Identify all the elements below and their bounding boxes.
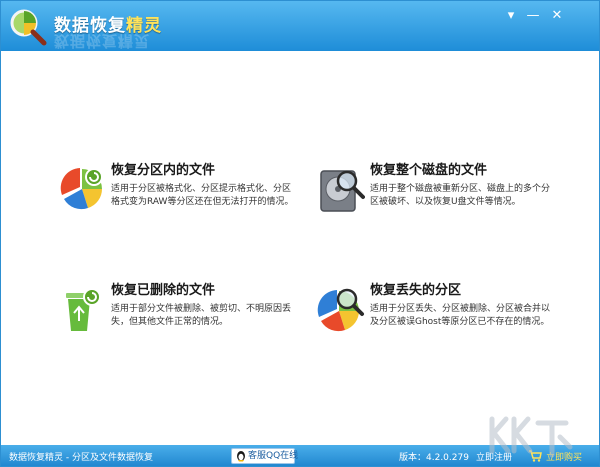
penguin-icon xyxy=(237,451,245,462)
app-info-text: 数据恢复精灵 - 分区及文件数据恢复 xyxy=(9,453,153,463)
option-recover-whole-disk[interactable]: 恢复整个磁盘的文件 适用于整个磁盘被重新分区、磁盘上的多个分区被破坏、以及恢复U… xyxy=(317,159,567,239)
app-window: 数据恢复精灵 数据恢复精灵 ▾ — ✕ 恢复分区内的文件 适用于分区被格式化、分… xyxy=(0,0,600,467)
title-bar[interactable]: 数据恢复精灵 数据恢复精灵 ▾ — ✕ xyxy=(1,1,599,51)
option-title: 恢复已删除的文件 xyxy=(111,283,216,298)
recycle-bin-icon xyxy=(66,288,101,331)
hard-disk-magnifier-icon xyxy=(320,170,365,212)
qq-support-label: 客服QQ在线 xyxy=(248,451,299,461)
main-content: 恢复分区内的文件 适用于分区被格式化、分区提示格式化、分区格式变为RAW等分区还… xyxy=(1,51,599,445)
magnifier-logo-icon xyxy=(10,9,47,46)
minimize-button[interactable]: — xyxy=(524,7,542,25)
option-recover-deleted-files[interactable]: 恢复已删除的文件 适用于部分文件被删除、被剪切、不明原因丢失，但其他文件正常的情… xyxy=(58,279,308,359)
option-recover-partition-files[interactable]: 恢复分区内的文件 适用于分区被格式化、分区提示格式化、分区格式变为RAW等分区还… xyxy=(58,159,308,239)
close-button[interactable]: ✕ xyxy=(548,7,566,25)
menu-dropdown-button[interactable]: ▾ xyxy=(502,7,520,25)
kk-download-watermark xyxy=(489,416,573,458)
qq-support-button[interactable]: 客服QQ在线 xyxy=(231,448,299,464)
app-title-reflection: 数据恢复精灵 xyxy=(54,32,151,50)
option-description: 适用于分区被格式化、分区提示格式化、分区格式变为RAW等分区还在但无法打开的情况… xyxy=(111,184,294,207)
version-label: 版本：4.2.0.279 xyxy=(399,453,469,463)
option-title: 恢复分区内的文件 xyxy=(111,163,216,178)
option-description: 适用于整个磁盘被重新分区、磁盘上的多个分区被破坏、以及恢复U盘文件等情况。 xyxy=(370,184,551,207)
pie-magnifier-icon xyxy=(317,288,364,332)
option-description: 适用于分区丢失、分区被删除、分区被合并以及分区被误Ghost等原分区已不存在的情… xyxy=(370,304,551,327)
option-title: 恢复整个磁盘的文件 xyxy=(370,163,488,178)
option-description: 适用于部分文件被删除、被剪切、不明原因丢失，但其他文件正常的情况。 xyxy=(111,304,292,327)
pie-chart-icon xyxy=(60,168,103,210)
option-title: 恢复丢失的分区 xyxy=(370,283,462,298)
option-recover-lost-partition[interactable]: 恢复丢失的分区 适用于分区丢失、分区被删除、分区被合并以及分区被误Ghost等原… xyxy=(317,279,567,359)
